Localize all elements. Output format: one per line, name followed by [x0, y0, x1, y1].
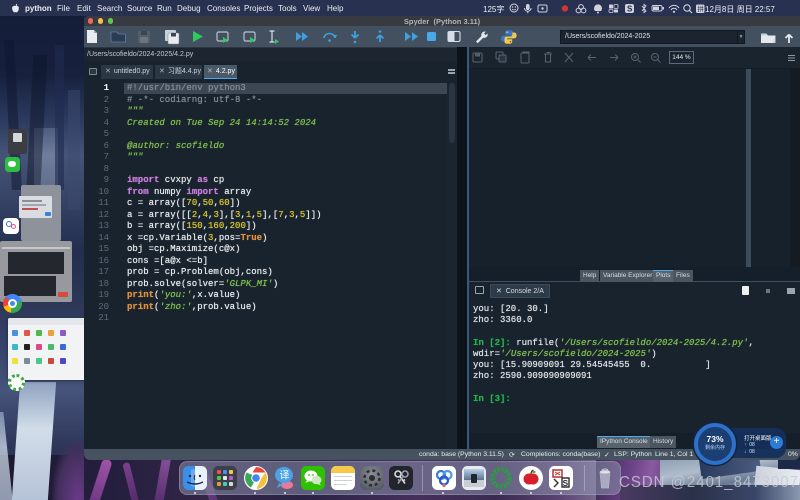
svg-text:译: 译	[280, 470, 290, 482]
svg-text:拼: 拼	[697, 4, 704, 13]
svg-text:S: S	[627, 4, 633, 13]
svg-text:S: S	[563, 478, 569, 488]
